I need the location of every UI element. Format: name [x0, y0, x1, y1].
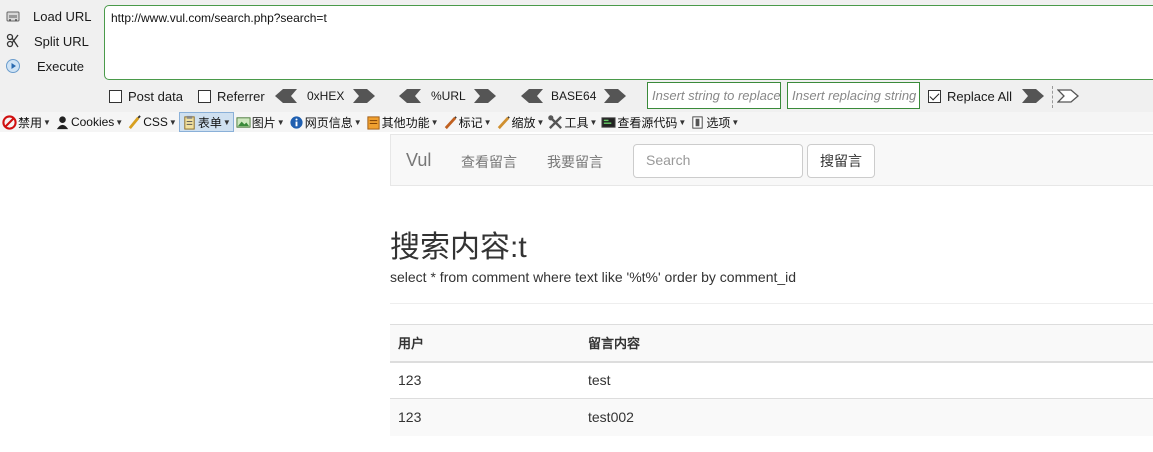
replace-outline-arrow-icon[interactable]	[1057, 89, 1079, 103]
sql-query-text: select * from comment where text like '%…	[390, 269, 797, 285]
table-cell-content: test002	[580, 398, 1153, 436]
replace-all-label: Replace All	[947, 89, 1013, 104]
devbar-label-options: 选项	[706, 115, 731, 130]
table-cell-user: 123	[390, 398, 580, 436]
cookies-icon	[56, 115, 69, 129]
post-data-label: Post data	[128, 89, 183, 104]
url-textarea[interactable]: http://www.vul.com/search.php?search=t	[104, 5, 1153, 80]
table-header-row: 用户 留言内容	[390, 324, 1153, 363]
images-icon	[236, 116, 251, 128]
disable-icon	[2, 114, 17, 130]
divider	[390, 303, 1153, 304]
devbar-label-outline: 标记	[458, 115, 483, 130]
base64-decode-arrow-icon[interactable]	[521, 89, 543, 103]
load-url-label: Load URL	[33, 8, 92, 24]
web-developer-toolbar: 禁用 ▼ Cookies ▼ CSS ▼ 表单 ▼ 图片 ▼ 网页信息 ▼ 其他功能 ▼ 标记…	[0, 112, 1153, 132]
devbar-label-disable: 禁用	[18, 115, 43, 130]
misc-icon	[367, 115, 380, 130]
post-data-checkbox[interactable]	[109, 90, 122, 103]
replace-arrow-icon[interactable]	[1022, 89, 1044, 103]
table-cell-user: 123	[390, 361, 580, 399]
devbar-item-info[interactable]: 网页信息 ▼	[287, 112, 364, 132]
nav-link-post-message[interactable]: 我要留言	[547, 152, 603, 172]
search-button[interactable]: 搜留言	[807, 144, 875, 178]
column-header-user: 用户	[390, 324, 580, 363]
resize-icon	[497, 115, 510, 129]
table-cell-content: test	[580, 361, 1153, 399]
table-row: 123 test	[390, 361, 1153, 399]
toolbar-separator	[1052, 86, 1053, 108]
hex-label: 0xHEX	[307, 89, 345, 103]
referrer-label: Referrer	[217, 89, 265, 104]
split-url-icon	[5, 33, 21, 49]
tools-icon	[548, 114, 563, 129]
devbar-item-options[interactable]: 选项 ▼	[688, 112, 741, 132]
devbar-item-forms[interactable]: 表单 ▼	[178, 112, 234, 132]
referrer-checkbox[interactable]	[198, 90, 211, 103]
forms-icon	[184, 115, 195, 130]
load-url-icon	[5, 8, 21, 24]
devbar-label-view-source: 查看源代码	[617, 115, 678, 130]
insert-replacing-input[interactable]: Insert replacing string	[787, 82, 920, 109]
devbar-label-images: 图片	[251, 115, 276, 130]
execute-button[interactable]: Execute	[0, 54, 100, 78]
column-header-content: 留言内容	[580, 324, 1153, 363]
load-url-button[interactable]: Load URL	[0, 4, 100, 28]
outline-icon	[444, 115, 457, 129]
devbar-item-cookies[interactable]: Cookies ▼	[53, 112, 125, 132]
url-label: %URL	[431, 89, 466, 103]
devbar-label-css: CSS	[143, 115, 168, 129]
devbar-label-tools: 工具	[564, 115, 589, 130]
brand-link[interactable]: Vul	[406, 150, 431, 171]
devbar-item-images[interactable]: 图片 ▼	[234, 112, 287, 132]
execute-icon	[5, 58, 21, 74]
view-source-icon	[601, 116, 616, 128]
split-url-button[interactable]: Split URL	[0, 29, 100, 53]
hex-decode-arrow-icon[interactable]	[275, 89, 297, 103]
devbar-item-misc[interactable]: 其他功能 ▼	[364, 112, 441, 132]
insert-string-input[interactable]: Insert string to replace	[647, 82, 781, 109]
hackbar: Load URL Split URL Execute http://www.vu…	[0, 0, 1153, 112]
devbar-item-resize[interactable]: 缩放 ▼	[494, 112, 547, 132]
url-encode-arrow-icon[interactable]	[474, 89, 496, 103]
replace-all-checkbox[interactable]	[928, 90, 941, 103]
nav-link-view-messages[interactable]: 查看留言	[461, 152, 517, 172]
info-icon	[290, 115, 303, 129]
devbar-label-cookies: Cookies	[70, 115, 115, 129]
site-navbar: Vul 查看留言 我要留言 Search 搜留言	[390, 134, 1153, 186]
devbar-item-view-source[interactable]: 查看源代码 ▼	[599, 112, 688, 132]
page-title: 搜索内容:t	[390, 231, 527, 264]
devbar-item-outline[interactable]: 标记 ▼	[441, 112, 494, 132]
hex-encode-arrow-icon[interactable]	[353, 89, 375, 103]
devbar-label-misc: 其他功能	[381, 115, 430, 130]
css-icon	[128, 114, 142, 129]
devbar-label-resize: 缩放	[511, 115, 536, 130]
execute-label: Execute	[37, 58, 84, 74]
url-decode-arrow-icon[interactable]	[399, 89, 421, 103]
results-table: 用户 留言内容 123 test 123 test002	[390, 324, 1153, 436]
devbar-label-forms: 表单	[197, 115, 222, 130]
options-icon	[692, 115, 703, 129]
search-input[interactable]: Search	[633, 144, 803, 178]
devbar-item-disable[interactable]: 禁用 ▼	[0, 112, 53, 132]
base64-label: BASE64	[551, 89, 597, 103]
table-row: 123 test002	[390, 398, 1153, 436]
devbar-item-tools[interactable]: 工具 ▼	[546, 112, 599, 132]
split-url-label: Split URL	[34, 33, 89, 49]
devbar-label-info: 网页信息	[304, 115, 353, 130]
devbar-item-css[interactable]: CSS ▼	[125, 112, 179, 132]
base64-encode-arrow-icon[interactable]	[604, 89, 626, 103]
